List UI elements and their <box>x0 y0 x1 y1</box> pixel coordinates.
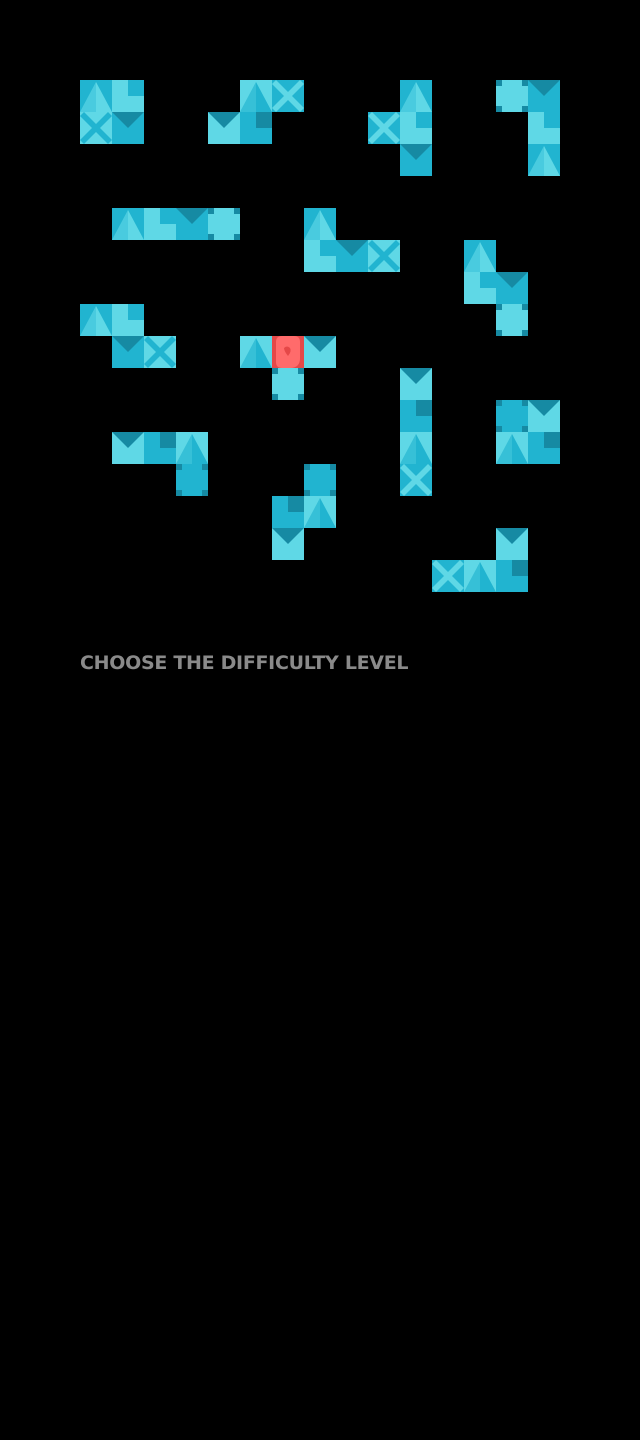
corner-square-icon <box>528 112 560 144</box>
chevron-down-icon <box>272 528 304 560</box>
plus-icon <box>272 368 304 400</box>
triangle-up-icon <box>240 336 272 368</box>
corner-square-icon <box>400 400 432 432</box>
cross-icon <box>272 80 304 112</box>
corner-square <box>128 80 144 96</box>
plus-icon <box>208 208 240 240</box>
chevron-down-icon <box>336 240 368 272</box>
chevron-down-icon <box>304 336 336 368</box>
chevron-down-icon <box>496 528 528 560</box>
triangle-up-icon <box>304 496 336 528</box>
corner-square <box>288 496 304 512</box>
plus-icon <box>304 464 336 496</box>
triangle-up-icon <box>464 240 496 272</box>
cross-icon <box>144 336 176 368</box>
chevron-down-icon <box>112 336 144 368</box>
corner-square <box>416 112 432 128</box>
difficulty-prompt: CHOOSE THE DIFFICULTY LEVEL <box>80 652 409 674</box>
triangle-up-icon <box>304 208 336 240</box>
corner-square-icon <box>400 112 432 144</box>
corner-square-icon <box>144 432 176 464</box>
corner-square-icon <box>240 112 272 144</box>
triangle-up-icon <box>400 80 432 112</box>
corner-square <box>512 560 528 576</box>
corner-square <box>160 208 176 224</box>
corner-square <box>320 240 336 256</box>
triangle-up-icon <box>240 80 272 112</box>
chevron-down-icon <box>496 272 528 304</box>
chevron-down-icon <box>112 432 144 464</box>
chevron-down-icon <box>528 400 560 432</box>
triangle-up-icon <box>176 432 208 464</box>
corner-square <box>544 432 560 448</box>
plus-icon <box>496 304 528 336</box>
triangle-up-icon <box>112 208 144 240</box>
chevron-down-icon <box>112 112 144 144</box>
corner-square-icon <box>112 80 144 112</box>
corner-square <box>416 400 432 416</box>
corner-square-icon <box>496 560 528 592</box>
triangle-up-icon <box>464 560 496 592</box>
corner-square-icon <box>272 496 304 528</box>
chevron-down-icon <box>208 112 240 144</box>
triangle-up-icon <box>496 432 528 464</box>
triangle-up-icon <box>528 144 560 176</box>
corner-square-icon <box>112 304 144 336</box>
triangle-up-icon <box>80 80 112 112</box>
plus-icon <box>176 464 208 496</box>
cross-icon <box>400 464 432 496</box>
corner-square-icon <box>144 208 176 240</box>
cross-icon <box>368 240 400 272</box>
plus-icon <box>496 80 528 112</box>
game-screen: CHOOSE THE DIFFICULTY LEVEL <box>0 0 640 1440</box>
chevron-down-icon <box>528 80 560 112</box>
corner-square-icon <box>464 272 496 304</box>
chevron-down-icon <box>400 144 432 176</box>
triangle-up-icon <box>400 432 432 464</box>
cross-icon <box>368 112 400 144</box>
chevron-down-icon <box>400 368 432 400</box>
corner-square <box>480 272 496 288</box>
heart-icon <box>272 336 304 368</box>
corner-square-icon <box>528 432 560 464</box>
plus-icon <box>496 400 528 432</box>
cross-icon <box>432 560 464 592</box>
corner-square <box>128 304 144 320</box>
corner-square <box>160 432 176 448</box>
cross-icon <box>80 112 112 144</box>
corner-square <box>256 112 272 128</box>
corner-square <box>544 112 560 128</box>
chevron-down-icon <box>176 208 208 240</box>
tile-board <box>80 80 560 592</box>
corner-square-icon <box>304 240 336 272</box>
triangle-up-icon <box>80 304 112 336</box>
